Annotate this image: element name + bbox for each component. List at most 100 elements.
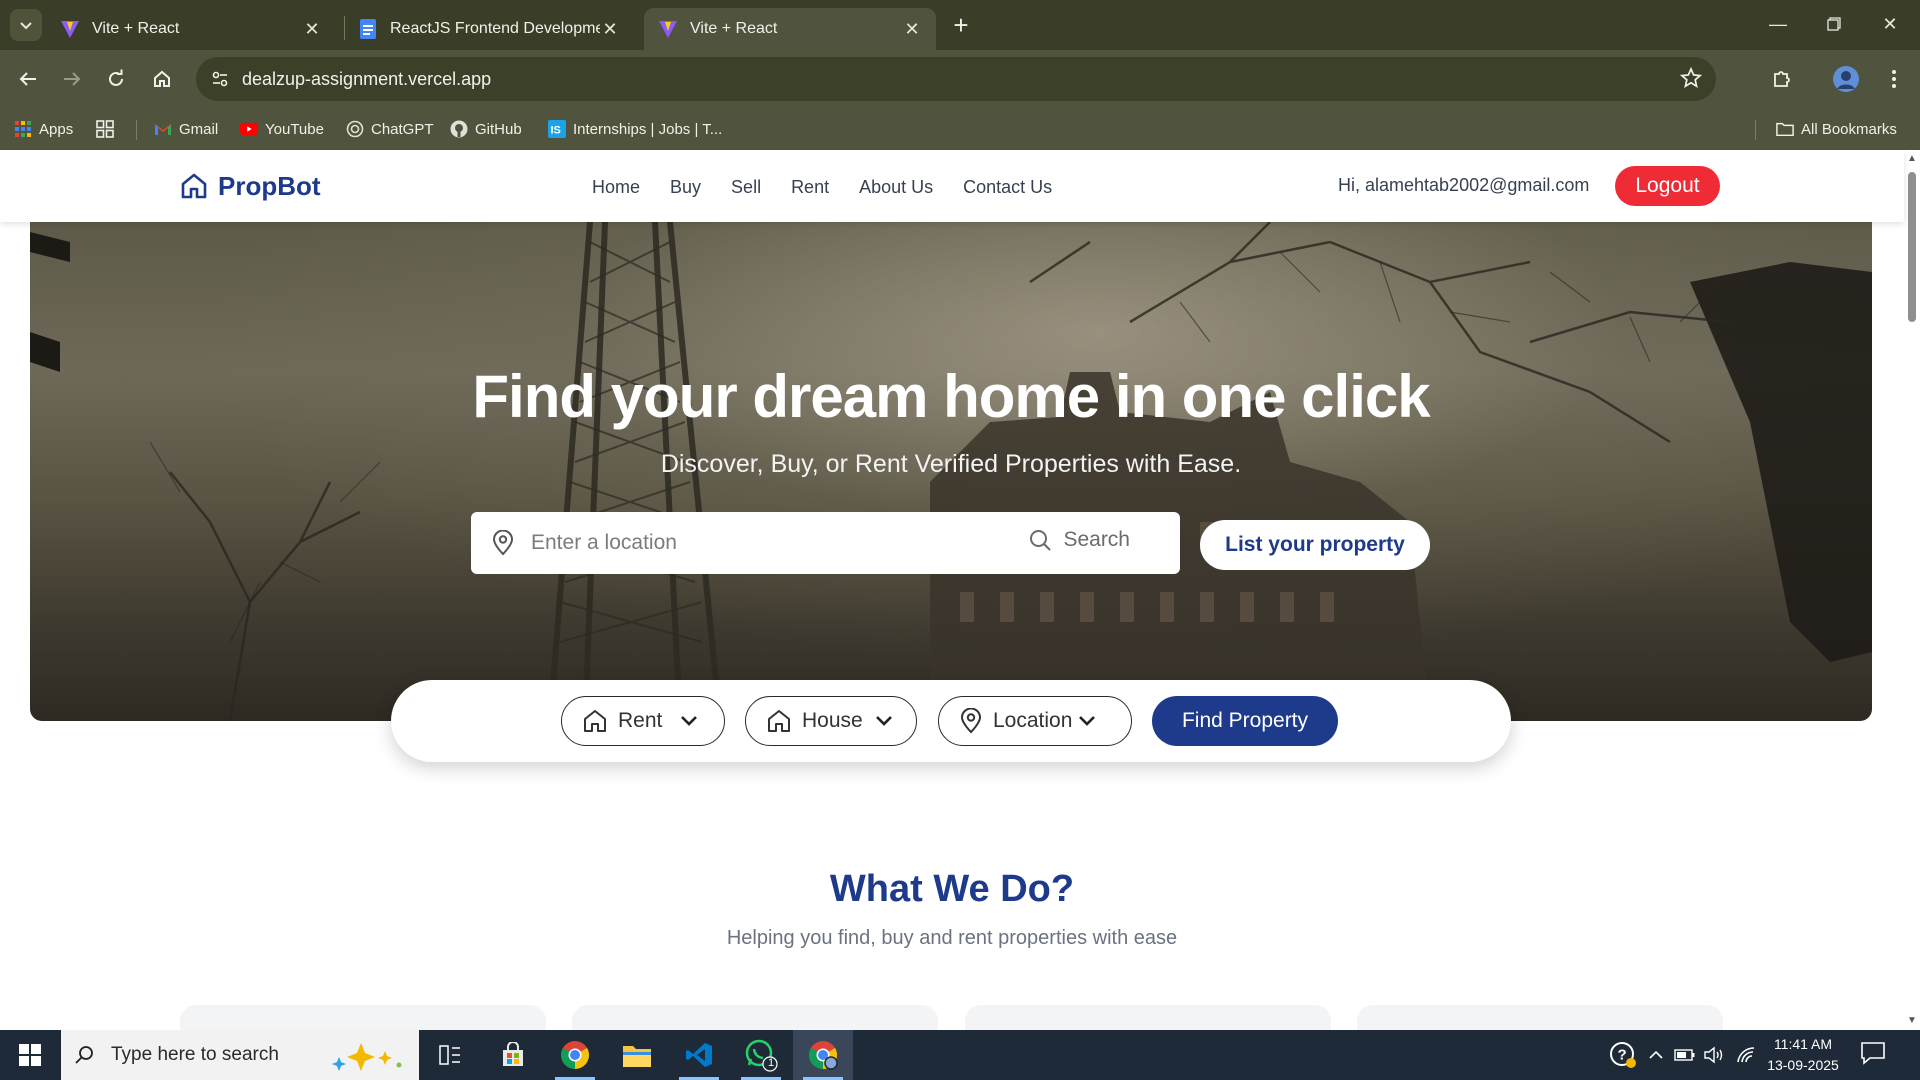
service-card <box>965 1005 1331 1030</box>
taskbar-search-placeholder: Type here to search <box>111 1044 279 1065</box>
property-type-dropdown[interactable]: House <box>745 696 917 746</box>
close-icon[interactable]: ✕ <box>902 19 922 39</box>
start-button[interactable] <box>0 1030 60 1080</box>
listing-type-value: Rent <box>618 709 663 732</box>
location-search-box: Search <box>471 512 1180 574</box>
scroll-down-icon[interactable]: ▼ <box>1907 1016 1917 1026</box>
bookmark-label: GitHub <box>475 120 522 138</box>
property-type-value: House <box>802 709 863 732</box>
nav-rent[interactable]: Rent <box>791 177 829 198</box>
restore-icon[interactable] <box>1806 0 1862 48</box>
reload-button[interactable] <box>100 63 132 95</box>
youtube-icon <box>240 120 258 138</box>
gmail-icon <box>154 120 172 138</box>
store-icon[interactable] <box>483 1030 543 1080</box>
listing-type-dropdown[interactable]: Rent <box>561 696 725 746</box>
chevron-down-icon <box>1078 715 1096 727</box>
file-explorer-icon[interactable] <box>607 1030 667 1080</box>
map-pin-icon <box>959 708 983 734</box>
url-text[interactable]: dealzup-assignment.vercel.app <box>242 69 491 90</box>
taskbar-search-box[interactable]: Type here to search <box>61 1030 419 1080</box>
logout-button[interactable]: Logout <box>1615 166 1720 206</box>
tab-title: Vite + React <box>690 20 778 37</box>
tab-reactjs-frontend[interactable]: ReactJS Frontend Development ✕ <box>344 8 634 50</box>
notification-icon[interactable] <box>1860 1040 1886 1071</box>
map-pin-icon <box>491 530 515 556</box>
page-scrollbar[interactable]: ▲ ▼ <box>1904 150 1920 1030</box>
taskbar-clock[interactable]: 11:41 AM 13-09-2025 <box>1766 1034 1840 1076</box>
profile-avatar[interactable] <box>1830 63 1862 95</box>
puzzle-icon <box>1774 71 1790 87</box>
bookmark-chatgpt[interactable]: ChatGPT <box>346 116 434 142</box>
find-property-button[interactable]: Find Property <box>1152 696 1338 746</box>
clock-time: 11:41 AM <box>1773 1036 1833 1052</box>
close-icon[interactable]: ✕ <box>600 19 620 39</box>
clock-date: 13-09-2025 <box>1767 1057 1839 1073</box>
bookmark-star-icon[interactable] <box>1679 66 1703 94</box>
nav-contact-us[interactable]: Contact Us <box>963 177 1052 198</box>
search-label: Search <box>1063 528 1130 551</box>
forward-button[interactable] <box>56 63 88 95</box>
search-button[interactable]: Search <box>1029 528 1130 552</box>
help-icon[interactable]: ? <box>1606 1030 1640 1080</box>
chevron-up-icon[interactable] <box>1644 1030 1668 1080</box>
scrollbar-thumb[interactable] <box>1908 172 1916 322</box>
nav-sell[interactable]: Sell <box>731 177 761 198</box>
reload-icon <box>109 69 123 86</box>
list-property-button[interactable]: List your property <box>1200 520 1430 570</box>
brand-logo[interactable]: PropBot <box>180 168 321 204</box>
location-value: Location <box>993 709 1073 732</box>
scroll-up-icon[interactable]: ▲ <box>1907 154 1917 164</box>
docs-icon <box>358 19 378 39</box>
bookmark-apps[interactable]: Apps <box>14 116 73 142</box>
apps-grid-icon <box>14 120 32 138</box>
chrome-profile-icon[interactable] <box>793 1030 853 1080</box>
service-card <box>1357 1005 1723 1030</box>
section-title: What We Do? <box>829 868 1075 910</box>
tab-vite-react-1[interactable]: Vite + React ✕ <box>46 8 336 50</box>
bookmark-github[interactable]: GitHub <box>450 116 522 142</box>
more-menu-icon[interactable] <box>1878 63 1910 95</box>
svg-text:?: ? <box>1618 1047 1627 1064</box>
nav-about-us[interactable]: About Us <box>859 177 933 198</box>
new-tab-button[interactable]: + <box>946 10 976 40</box>
tab-vite-react-active[interactable]: Vite + React ✕ <box>644 8 936 50</box>
github-icon <box>450 120 468 138</box>
location-input[interactable] <box>531 531 1001 555</box>
bookmark-tab-groups[interactable] <box>96 116 121 142</box>
address-bar[interactable]: dealzup-assignment.vercel.app <box>196 57 1716 101</box>
window-close-icon[interactable]: ✕ <box>1862 0 1918 48</box>
bookmark-youtube[interactable]: YouTube <box>240 116 324 142</box>
extensions-button[interactable] <box>1766 63 1798 95</box>
arrow-right-icon <box>64 72 81 86</box>
chrome-icon[interactable] <box>545 1030 605 1080</box>
house-icon <box>582 708 608 734</box>
hero-banner: Find your dream home in one click Discov… <box>30 222 1872 721</box>
tab-title: Vite + React <box>92 20 180 37</box>
main-nav: Home Buy Sell Rent About Us Contact Us <box>592 172 1052 202</box>
nav-home[interactable]: Home <box>592 177 640 198</box>
bookmark-internshala[interactable]: IS Internships | Jobs | T... <box>548 116 722 142</box>
vite-icon <box>658 19 678 39</box>
whatsapp-icon[interactable]: 1 <box>731 1030 791 1080</box>
volume-icon[interactable] <box>1702 1030 1728 1080</box>
all-bookmarks-button[interactable]: All Bookmarks <box>1776 116 1897 142</box>
nav-buy[interactable]: Buy <box>670 177 701 198</box>
task-view-icon[interactable] <box>420 1030 480 1080</box>
location-dropdown[interactable]: Location <box>938 696 1132 746</box>
minimize-icon[interactable]: — <box>1750 0 1806 48</box>
wifi-icon[interactable] <box>1733 1030 1759 1080</box>
bookmark-divider <box>136 120 137 140</box>
hero-subtitle: Discover, Buy, or Rent Verified Properti… <box>660 450 1242 478</box>
close-icon[interactable]: ✕ <box>302 19 322 39</box>
back-button[interactable] <box>12 63 44 95</box>
search-icon <box>1029 529 1052 551</box>
site-info-icon[interactable] <box>200 59 240 99</box>
bookmark-label: YouTube <box>265 120 324 138</box>
vscode-icon[interactable] <box>669 1030 729 1080</box>
tab-groups-icon <box>96 120 114 138</box>
bookmark-gmail[interactable]: Gmail <box>154 116 218 142</box>
home-button[interactable] <box>146 63 178 95</box>
battery-icon[interactable] <box>1672 1030 1698 1080</box>
tab-search-button[interactable] <box>10 9 42 41</box>
